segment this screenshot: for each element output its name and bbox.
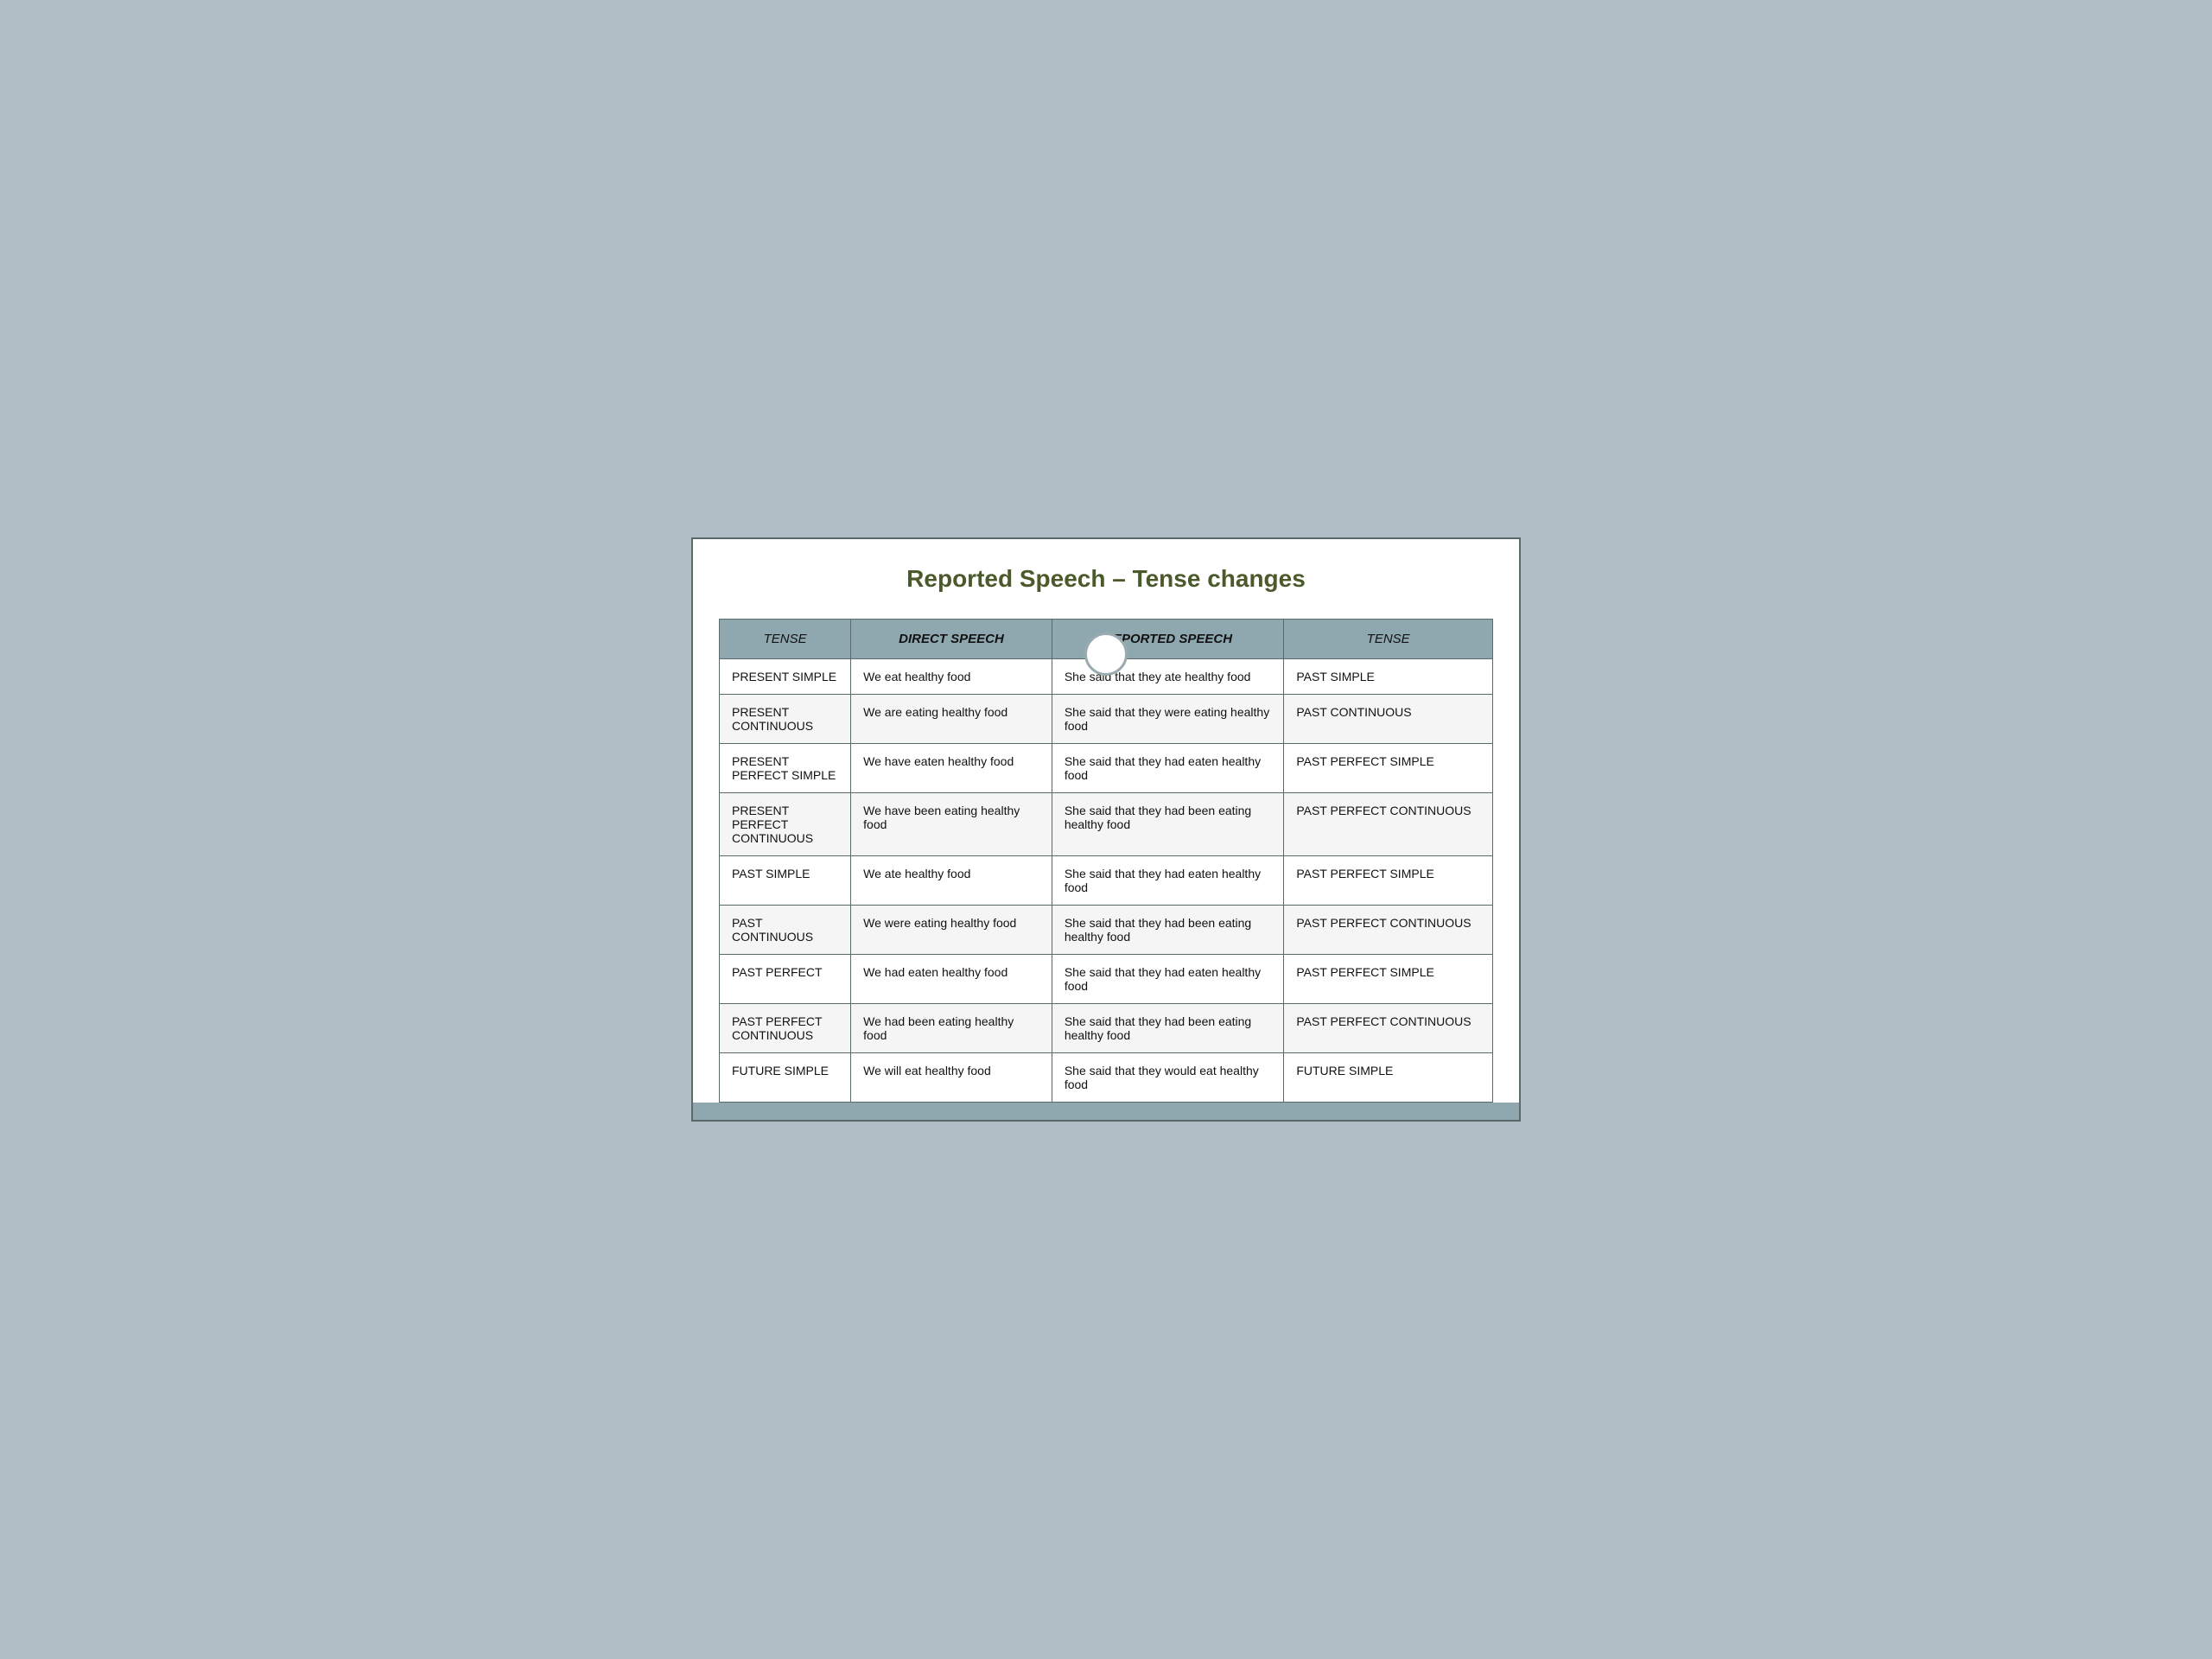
cell-tense-right: PAST CONTINUOUS [1284,695,1493,744]
slide: Reported Speech – Tense changes TENSE DI… [691,537,1521,1122]
cell-direct-speech: We were eating healthy food [851,906,1052,955]
slide-title: Reported Speech – Tense changes [719,565,1493,593]
cell-direct-speech: We will eat healthy food [851,1053,1052,1103]
cell-tense-left: PAST SIMPLE [720,856,851,906]
cell-tense-left: FUTURE SIMPLE [720,1053,851,1103]
circle-decorator [1084,632,1128,676]
table-row: PAST CONTINUOUSWe were eating healthy fo… [720,906,1493,955]
cell-direct-speech: We had been eating healthy food [851,1004,1052,1053]
cell-direct-speech: We had eaten healthy food [851,955,1052,1004]
slide-footer [693,1103,1519,1120]
cell-direct-speech: We ate healthy food [851,856,1052,906]
cell-tense-right: PAST PERFECT SIMPLE [1284,955,1493,1004]
cell-reported-speech: She said that they had eaten healthy foo… [1052,955,1284,1004]
cell-tense-left: PRESENT CONTINUOUS [720,695,851,744]
cell-tense-left: PRESENT PERFECT SIMPLE [720,744,851,793]
cell-reported-speech: She said that they had eaten healthy foo… [1052,856,1284,906]
cell-reported-speech: She said that they had been eating healt… [1052,793,1284,856]
cell-tense-right: PAST SIMPLE [1284,659,1493,695]
table-row: PAST SIMPLEWe ate healthy foodShe said t… [720,856,1493,906]
table-row: PAST PERFECT CONTINUOUSWe had been eatin… [720,1004,1493,1053]
cell-tense-right: PAST PERFECT CONTINUOUS [1284,1004,1493,1053]
tense-table: TENSE DIRECT SPEECH REPORTED SPEECH TENS… [719,619,1493,1103]
cell-reported-speech: She said that they had been eating healt… [1052,1004,1284,1053]
cell-direct-speech: We have been eating healthy food [851,793,1052,856]
cell-reported-speech: She said that they had been eating healt… [1052,906,1284,955]
cell-tense-left: PAST PERFECT CONTINUOUS [720,1004,851,1053]
cell-tense-right: FUTURE SIMPLE [1284,1053,1493,1103]
cell-reported-speech: She said that they had eaten healthy foo… [1052,744,1284,793]
table-row: PRESENT PERFECT CONTINUOUSWe have been e… [720,793,1493,856]
cell-tense-left: PAST PERFECT [720,955,851,1004]
cell-tense-right: PAST PERFECT CONTINUOUS [1284,793,1493,856]
cell-tense-left: PRESENT SIMPLE [720,659,851,695]
cell-tense-right: PAST PERFECT SIMPLE [1284,744,1493,793]
table-row: PRESENT CONTINUOUSWe are eating healthy … [720,695,1493,744]
cell-direct-speech: We eat healthy food [851,659,1052,695]
table-body: PRESENT SIMPLEWe eat healthy foodShe sai… [720,659,1493,1103]
cell-tense-left: PAST CONTINUOUS [720,906,851,955]
header-tense-left: TENSE [720,620,851,659]
header-direct-speech: DIRECT SPEECH [851,620,1052,659]
cell-reported-speech: She said that they were eating healthy f… [1052,695,1284,744]
table-row: PRESENT PERFECT SIMPLEWe have eaten heal… [720,744,1493,793]
cell-direct-speech: We are eating healthy food [851,695,1052,744]
table-row: PAST PERFECTWe had eaten healthy foodShe… [720,955,1493,1004]
cell-tense-right: PAST PERFECT CONTINUOUS [1284,906,1493,955]
cell-reported-speech: She said that they would eat healthy foo… [1052,1053,1284,1103]
cell-direct-speech: We have eaten healthy food [851,744,1052,793]
header-tense-right: TENSE [1284,620,1493,659]
table-row: FUTURE SIMPLEWe will eat healthy foodShe… [720,1053,1493,1103]
cell-tense-left: PRESENT PERFECT CONTINUOUS [720,793,851,856]
cell-tense-right: PAST PERFECT SIMPLE [1284,856,1493,906]
